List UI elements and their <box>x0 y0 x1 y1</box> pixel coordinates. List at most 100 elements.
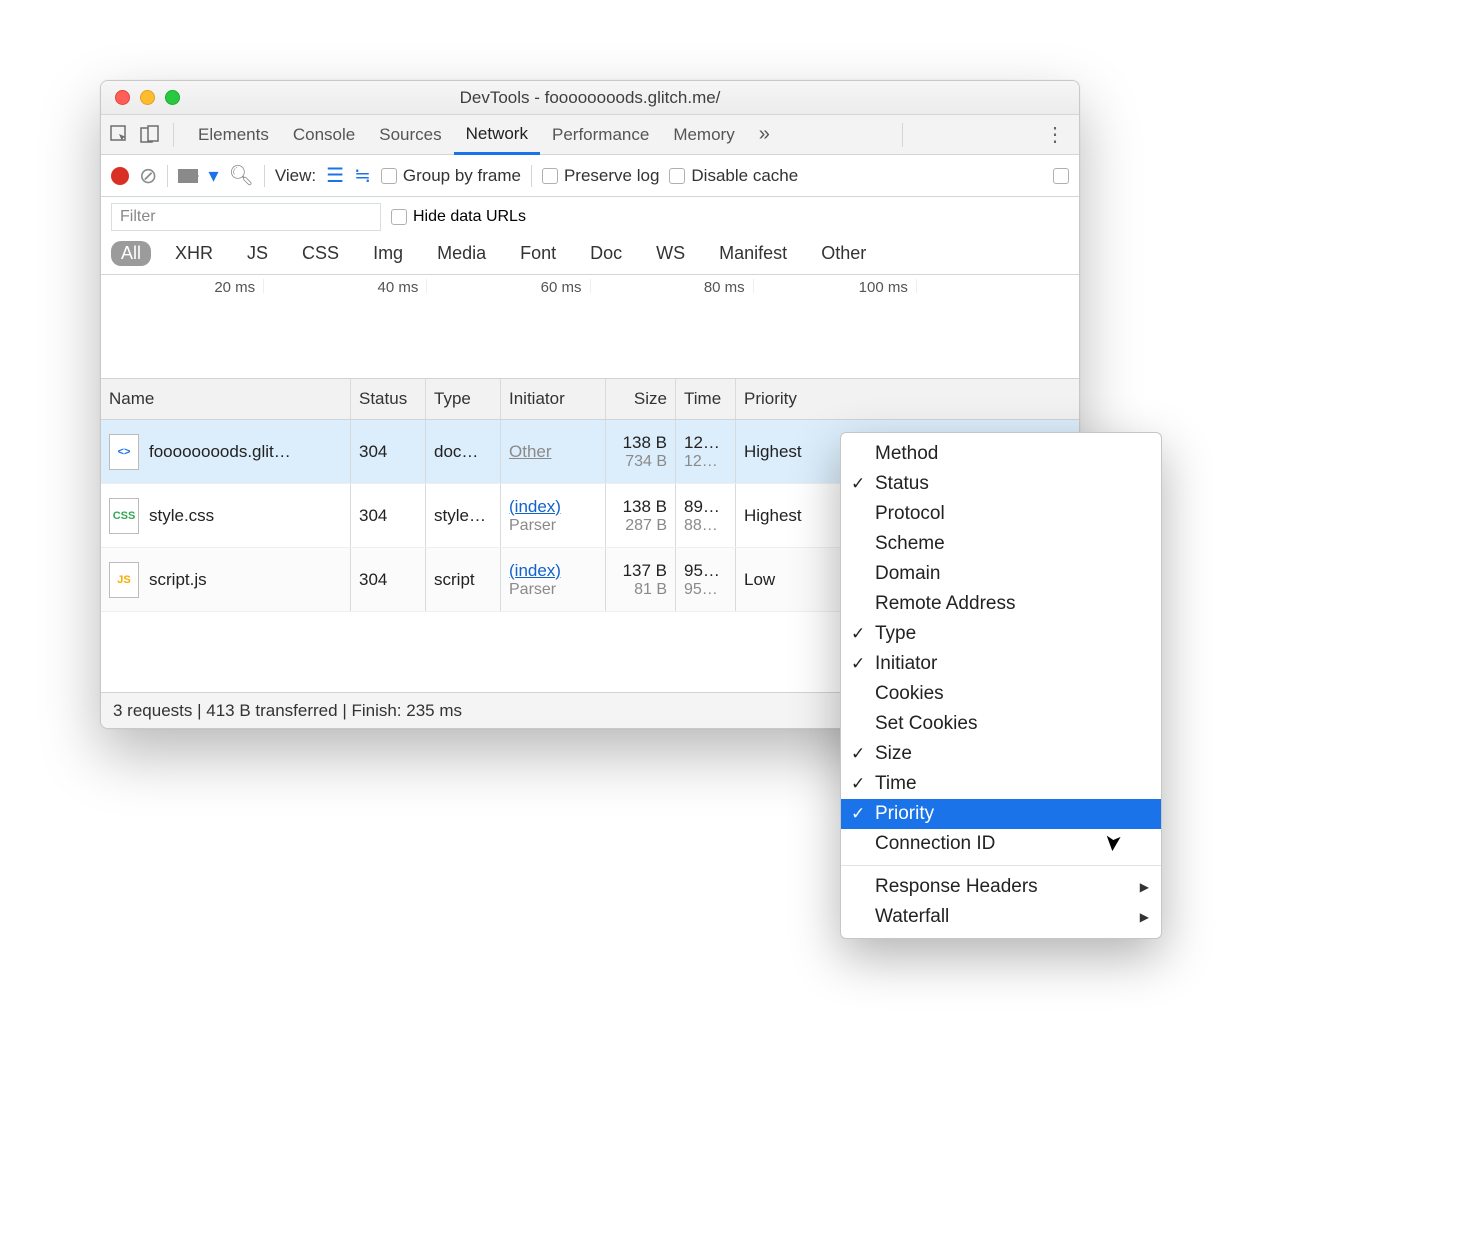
filter-type-css[interactable]: CSS <box>292 241 349 266</box>
status-cell: 304 <box>351 548 426 611</box>
waterfall-view-icon[interactable]: ≒ <box>354 163 371 188</box>
clear-icon[interactable]: ⊘ <box>139 163 157 189</box>
hide-data-urls-toggle[interactable]: Hide data URLs <box>391 208 526 226</box>
preserve-log-toggle[interactable]: Preserve log <box>542 166 659 186</box>
request-name: foooooooods.glit… <box>149 442 291 462</box>
checkbox[interactable] <box>542 168 558 184</box>
column-header-initiator[interactable]: Initiator <box>501 379 606 419</box>
menu-item-remote-address[interactable]: Remote Address <box>841 589 1161 619</box>
column-header-type[interactable]: Type <box>426 379 501 419</box>
time-cell: 89…88… <box>676 484 736 547</box>
menu-item-set-cookies[interactable]: Set Cookies <box>841 709 1161 739</box>
menu-item-method[interactable]: Method <box>841 439 1161 469</box>
column-header-priority[interactable]: Priority <box>736 379 1079 419</box>
network-toolbar: ⊘ ▾ 🔍︎ View: ☰ ≒ Group by frame Preserve… <box>101 155 1079 197</box>
menu-item-priority[interactable]: Priority <box>841 799 1161 829</box>
menu-item-type[interactable]: Type <box>841 619 1161 649</box>
separator <box>902 123 903 147</box>
menu-item-cookies[interactable]: Cookies <box>841 679 1161 709</box>
type-cell: script <box>426 548 501 611</box>
type-filters: All XHR JS CSS Img Media Font Doc WS Manifest Othe… <box>101 237 1079 274</box>
timeline-tick: 60 ms <box>427 279 590 293</box>
column-header-size[interactable]: Size <box>606 379 676 419</box>
filter-type-js[interactable]: JS <box>237 241 278 266</box>
filter-type-manifest[interactable]: Manifest <box>709 241 797 266</box>
column-header-name[interactable]: Name <box>101 379 351 419</box>
initiator-cell[interactable]: Other <box>501 420 606 483</box>
window-title: DevTools - foooooooods.glitch.me/ <box>101 88 1079 108</box>
checkbox[interactable] <box>381 168 397 184</box>
filter-type-all[interactable]: All <box>111 241 151 266</box>
tab-console[interactable]: Console <box>281 125 367 145</box>
separator <box>531 165 532 187</box>
status-cell: 304 <box>351 484 426 547</box>
menu-item-time[interactable]: Time <box>841 769 1161 799</box>
capture-screenshots-icon[interactable] <box>178 169 198 183</box>
checkbox[interactable] <box>669 168 685 184</box>
filter-type-ws[interactable]: WS <box>646 241 695 266</box>
table-header[interactable]: NameStatusTypeInitiatorSizeTimePriority <box>101 379 1079 420</box>
settings-kebab-icon[interactable]: ⋮ <box>1039 122 1071 147</box>
column-header-status[interactable]: Status <box>351 379 426 419</box>
file-css-icon: CSS <box>109 498 139 534</box>
timeline-tick: 20 ms <box>101 279 264 293</box>
filter-type-img[interactable]: Img <box>363 241 413 266</box>
menu-item-connection-id[interactable]: Connection ID <box>841 829 1161 859</box>
filter-type-other[interactable]: Other <box>811 241 876 266</box>
menu-item-initiator[interactable]: Initiator <box>841 649 1161 679</box>
type-cell: doc… <box>426 420 501 483</box>
tab-memory[interactable]: Memory <box>661 125 746 145</box>
filter-type-xhr[interactable]: XHR <box>165 241 223 266</box>
file-doc-icon: <> <box>109 434 139 470</box>
file-js-icon: JS <box>109 562 139 598</box>
tabs-overflow-button[interactable]: » <box>759 123 770 146</box>
initiator-cell[interactable]: (index)Parser <box>501 548 606 611</box>
main-tabbar: ElementsConsoleSourcesNetworkPerformance… <box>101 115 1079 155</box>
status-cell: 304 <box>351 420 426 483</box>
separator <box>167 165 168 187</box>
checkbox[interactable] <box>391 209 407 225</box>
size-cell: 138 B734 B <box>606 420 676 483</box>
tab-sources[interactable]: Sources <box>367 125 453 145</box>
filter-type-font[interactable]: Font <box>510 241 566 266</box>
column-header-time[interactable]: Time <box>676 379 736 419</box>
filter-type-doc[interactable]: Doc <box>580 241 632 266</box>
initiator-cell[interactable]: (index)Parser <box>501 484 606 547</box>
titlebar: DevTools - foooooooods.glitch.me/ <box>101 81 1079 115</box>
preserve-log-label: Preserve log <box>564 166 659 186</box>
timeline[interactable]: 20 ms40 ms60 ms80 ms100 ms <box>101 275 1079 379</box>
type-cell: style… <box>426 484 501 547</box>
toolbar-overflow[interactable] <box>1053 168 1069 184</box>
record-button[interactable] <box>111 167 129 185</box>
hide-data-urls-label: Hide data URLs <box>413 208 526 226</box>
checkbox[interactable] <box>1053 168 1069 184</box>
timeline-tick: 80 ms <box>591 279 754 293</box>
large-rows-icon[interactable]: ☰ <box>326 163 344 188</box>
request-name: script.js <box>149 570 207 590</box>
inspect-element-icon[interactable] <box>109 124 131 146</box>
menu-item-domain[interactable]: Domain <box>841 559 1161 589</box>
column-context-menu: MethodStatusProtocolSchemeDomainRemote A… <box>840 432 1162 939</box>
tab-performance[interactable]: Performance <box>540 125 661 145</box>
tab-elements[interactable]: Elements <box>186 125 281 145</box>
menu-item-response-headers[interactable]: Response Headers <box>841 872 1161 902</box>
filter-type-media[interactable]: Media <box>427 241 496 266</box>
menu-item-size[interactable]: Size <box>841 739 1161 769</box>
disable-cache-toggle[interactable]: Disable cache <box>669 166 798 186</box>
menu-item-waterfall[interactable]: Waterfall <box>841 902 1161 932</box>
group-by-frame-label: Group by frame <box>403 166 521 186</box>
search-icon[interactable]: 🔍︎ <box>228 163 253 188</box>
group-by-frame-toggle[interactable]: Group by frame <box>381 166 521 186</box>
menu-item-scheme[interactable]: Scheme <box>841 529 1161 559</box>
view-label: View: <box>275 166 316 186</box>
disable-cache-label: Disable cache <box>691 166 798 186</box>
menu-item-protocol[interactable]: Protocol <box>841 499 1161 529</box>
separator <box>264 165 265 187</box>
device-toolbar-icon[interactable] <box>139 124 161 146</box>
request-name: style.css <box>149 506 214 526</box>
size-cell: 137 B81 B <box>606 548 676 611</box>
filter-input[interactable] <box>111 203 381 231</box>
tab-network[interactable]: Network <box>454 115 540 155</box>
filter-icon[interactable]: ▾ <box>208 163 218 188</box>
menu-item-status[interactable]: Status <box>841 469 1161 499</box>
